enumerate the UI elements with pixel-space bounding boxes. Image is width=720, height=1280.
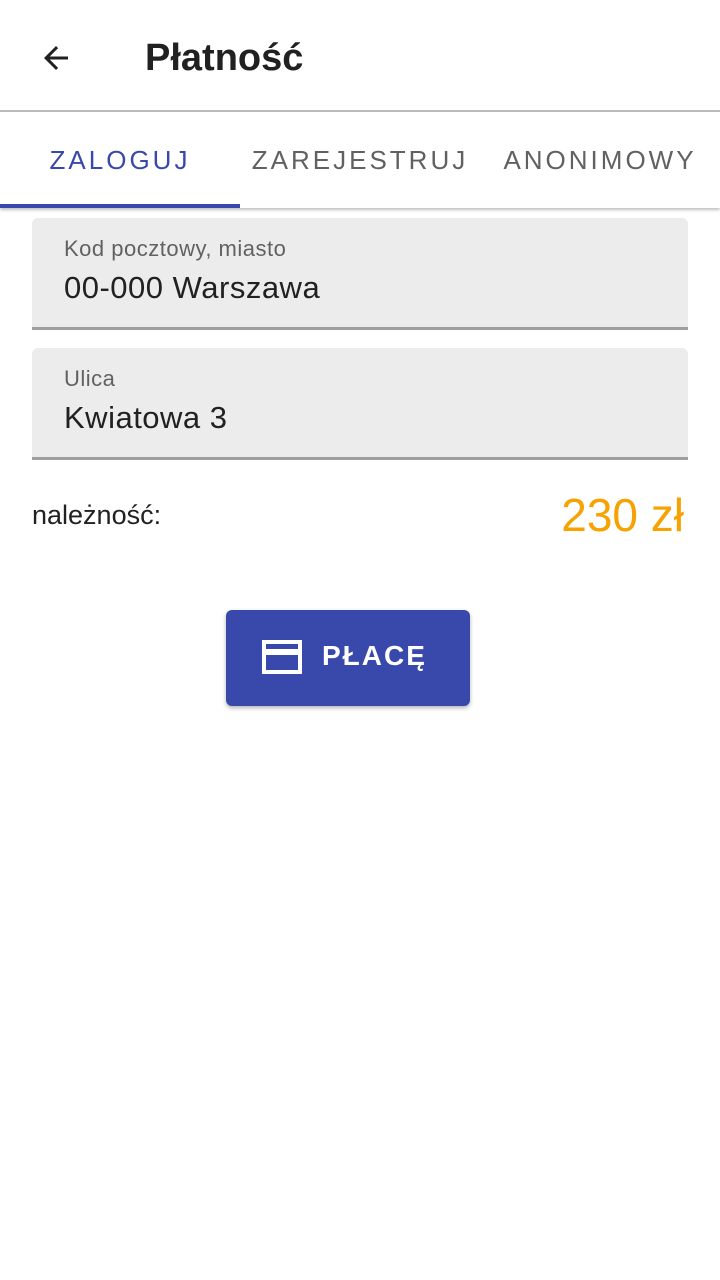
street-field[interactable]: Ulica Kwiatowa 3 <box>32 348 688 460</box>
pay-button[interactable]: PŁACĘ <box>226 610 470 706</box>
pay-button-label: PŁACĘ <box>322 640 427 671</box>
tab-anonimowy[interactable]: ANONIMOWY <box>480 112 720 208</box>
back-button[interactable] <box>24 26 88 90</box>
postal-city-field[interactable]: Kod pocztowy, miasto 00-000 Warszawa <box>32 218 688 330</box>
due-label: należność: <box>32 500 162 530</box>
postal-city-label: Kod pocztowy, miasto <box>64 236 287 261</box>
arrow-back-icon <box>44 46 68 70</box>
postal-city-value[interactable]: 00-000 Warszawa <box>64 270 320 306</box>
tab-zaloguj[interactable]: ZALOGUJ <box>0 112 240 208</box>
page-title: Płatność <box>145 37 304 79</box>
street-value[interactable]: Kwiatowa 3 <box>64 400 228 436</box>
due-amount: 230 zł <box>561 489 684 541</box>
tab-zarejestruj[interactable]: ZAREJESTRUJ <box>240 112 480 208</box>
street-label: Ulica <box>64 366 116 391</box>
app-bar: Płatność <box>0 0 720 112</box>
tab-bar: ZALOGUJ ZAREJESTRUJ ANONIMOWY <box>0 112 720 208</box>
credit-card-icon <box>262 640 302 674</box>
